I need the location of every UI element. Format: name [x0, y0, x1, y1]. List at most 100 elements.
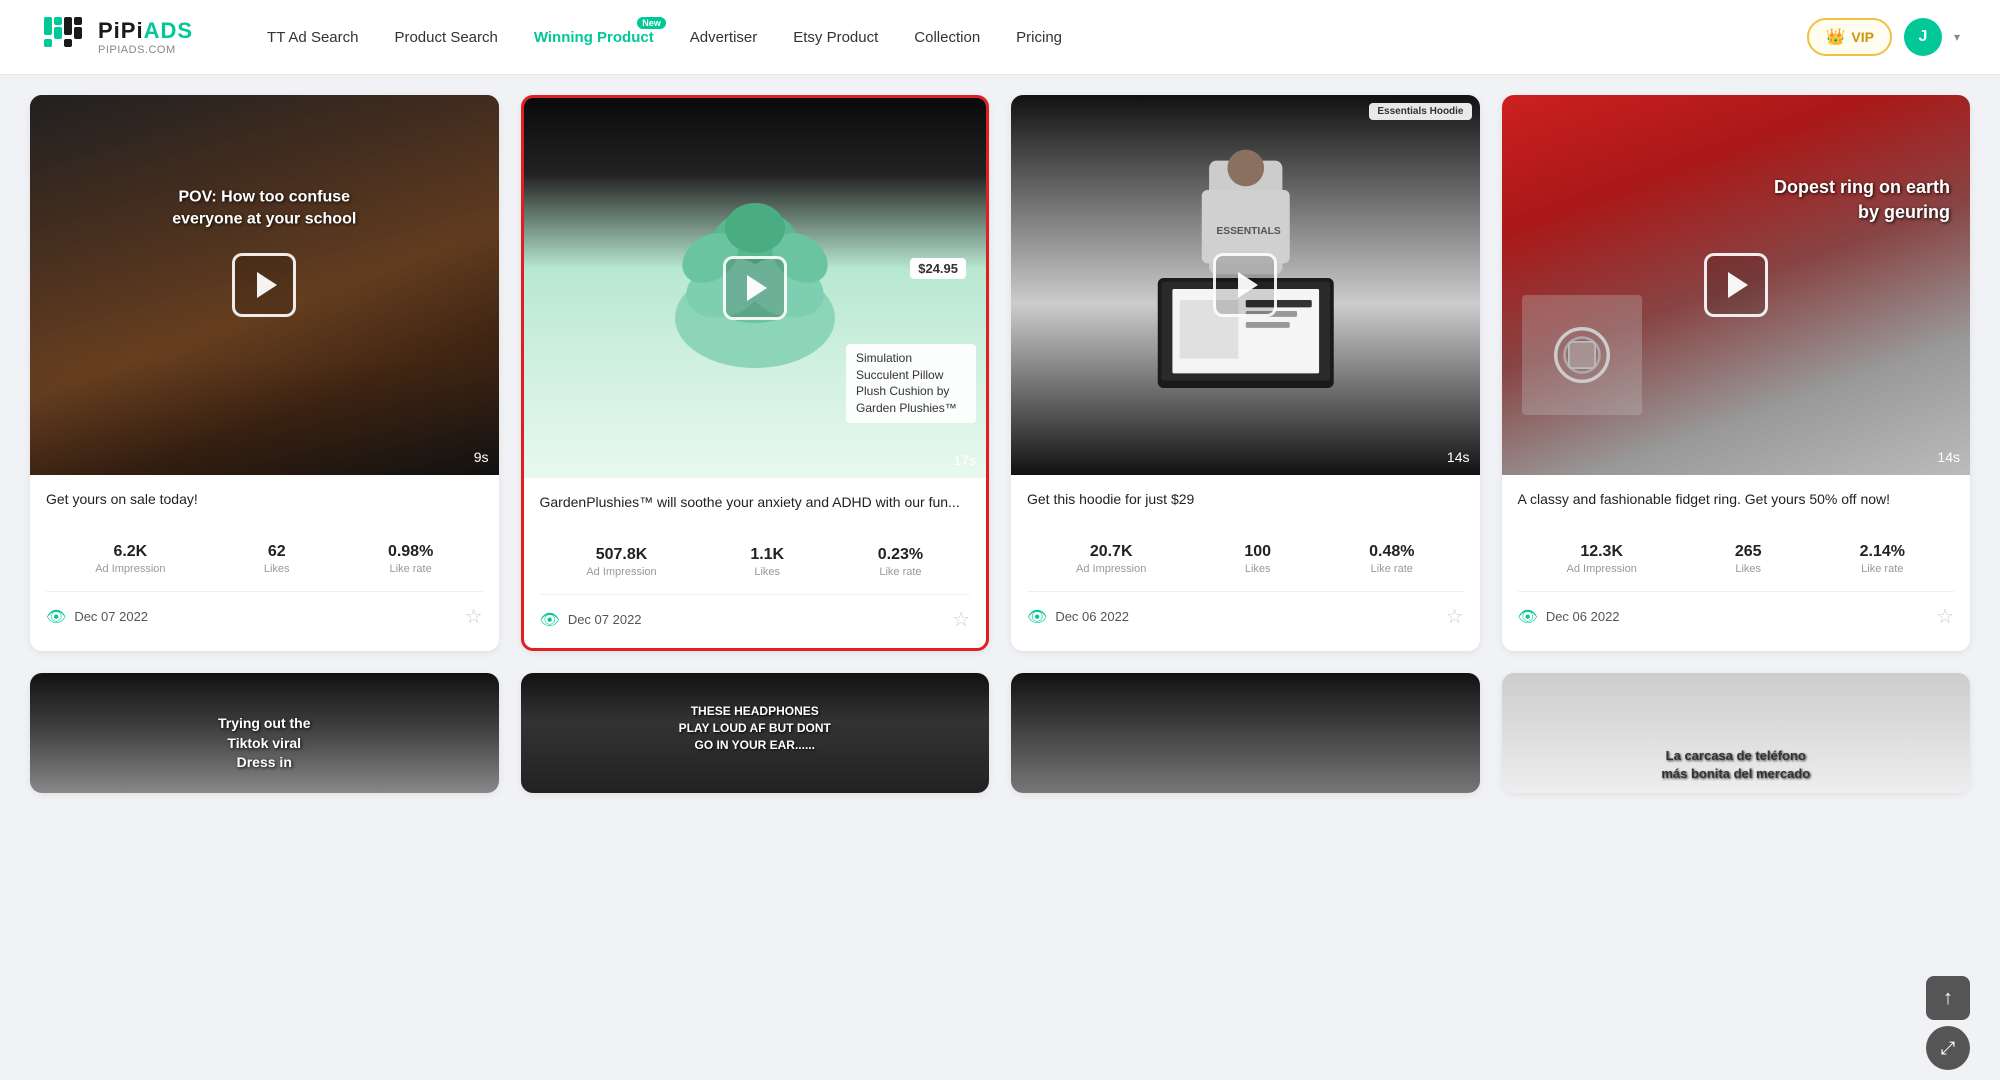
eye-icon-1: 👁	[46, 607, 66, 627]
dopest-caption: Dopest ring on earthby geuring	[1774, 175, 1950, 225]
price-tag-2: $24.95	[910, 258, 966, 279]
card-thumbnail-4[interactable]: Dopest ring on earthby geuring 14s	[1502, 95, 1971, 475]
expand-icon: ⤢	[1941, 1038, 1955, 1059]
card-title-3: Get this hoodie for just $29	[1027, 489, 1464, 531]
header: PiPiADS PIPIADS.COM TT Ad Search Product…	[0, 0, 2000, 75]
likes-value-4: 265	[1735, 543, 1762, 561]
card-footer-3: 👁 Dec 06 2022 ☆	[1027, 591, 1464, 629]
date-area-2: 👁 Dec 07 2022	[540, 610, 642, 630]
nav-etsy-product[interactable]: Etsy Product	[779, 21, 892, 54]
stats-row-1: 6.2K Ad Impression 62 Likes 0.98% Like r…	[46, 543, 483, 575]
play-button-3[interactable]	[1213, 253, 1277, 317]
nav-tt-ad-search[interactable]: TT Ad Search	[253, 21, 372, 54]
likes-value-2: 1.1K	[750, 546, 784, 564]
vip-label: VIP	[1851, 29, 1874, 45]
play-button-2[interactable]	[723, 256, 787, 320]
eye-icon-3: 👁	[1027, 607, 1047, 627]
play-triangle-icon-4	[1728, 272, 1748, 298]
expand-button[interactable]: ⤢	[1926, 1026, 1970, 1070]
card-title-4: A classy and fashionable fidget ring. Ge…	[1518, 489, 1955, 531]
card-thumbnail-b1[interactable]: Trying out theTiktok viralDress in	[30, 673, 499, 793]
like-rate-stat-2: 0.23% Like rate	[878, 546, 923, 578]
nav-winning-product[interactable]: Winning Product New	[520, 21, 668, 54]
crown-icon: 👑	[1825, 27, 1845, 47]
ad-impression-stat-4: 12.3K Ad Impression	[1567, 543, 1637, 575]
logo-subtitle: PIPIADS.COM	[98, 44, 193, 56]
card-thumbnail-b2[interactable]: THESE HEADPHONESPLAY LOUD AF BUT DONTGO …	[521, 673, 990, 793]
favorite-star-4[interactable]: ☆	[1936, 604, 1954, 629]
card-title-1: Get yours on sale today!	[46, 489, 483, 531]
date-area-4: 👁 Dec 06 2022	[1518, 607, 1620, 627]
card-body-2: GardenPlushies™ will soothe your anxiety…	[524, 478, 987, 648]
card-body-4: A classy and fashionable fidget ring. Ge…	[1502, 475, 1971, 645]
ad-card-4: Dopest ring on earthby geuring 14s A cla…	[1502, 95, 1971, 651]
date-area-1: 👁 Dec 07 2022	[46, 607, 148, 627]
card-thumbnail-2[interactable]: $24.95 Simulation Succulent Pillow Plush…	[524, 98, 987, 478]
duration-4: 14s	[1937, 449, 1960, 465]
play-button-1[interactable]	[232, 253, 296, 317]
card-footer-4: 👁 Dec 06 2022 ☆	[1518, 591, 1955, 629]
user-avatar[interactable]: J	[1904, 18, 1942, 56]
card-footer-1: 👁 Dec 07 2022 ☆	[46, 591, 483, 629]
date-2: Dec 07 2022	[568, 612, 642, 627]
like-rate-stat-4: 2.14% Like rate	[1860, 543, 1905, 575]
likes-value-3: 100	[1244, 543, 1271, 561]
card-footer-2: 👁 Dec 07 2022 ☆	[540, 594, 971, 632]
headphones-caption: THESE HEADPHONESPLAY LOUD AF BUT DONTGO …	[544, 703, 966, 753]
card-grid: POV: How too confuseeveryone at your sch…	[30, 95, 1970, 651]
eye-icon-4: 👁	[1518, 607, 1538, 627]
stats-row-3: 20.7K Ad Impression 100 Likes 0.48% Like…	[1027, 543, 1464, 575]
logo[interactable]: PiPiADS PIPIADS.COM	[40, 13, 193, 61]
tiktok-caption: Trying out theTiktok viralDress in	[218, 714, 311, 773]
caption-1: POV: How too confuseeveryone at your sch…	[172, 187, 356, 232]
nav-collection[interactable]: Collection	[900, 21, 994, 54]
stats-row-2: 507.8K Ad Impression 1.1K Likes 0.23% Li…	[540, 546, 971, 578]
ad-card-b1: Trying out theTiktok viralDress in	[30, 673, 499, 793]
likes-stat-4: 265 Likes	[1735, 543, 1762, 575]
play-button-4[interactable]	[1704, 253, 1768, 317]
eye-icon-2: 👁	[540, 610, 560, 630]
card-thumbnail-1[interactable]: POV: How too confuseeveryone at your sch…	[30, 95, 499, 475]
favorite-star-2[interactable]: ☆	[952, 607, 970, 632]
ad-card-b4: La carcasa de teléfonomás bonita del mer…	[1502, 673, 1971, 793]
phone-case-caption: La carcasa de teléfonomás bonita del mer…	[1525, 747, 1947, 783]
nav-product-search[interactable]: Product Search	[380, 21, 511, 54]
ad-card-b3	[1011, 673, 1480, 793]
ad-impression-value-3: 20.7K	[1076, 543, 1146, 561]
card-thumbnail-b4[interactable]: La carcasa de teléfonomás bonita del mer…	[1502, 673, 1971, 793]
duration-1: 9s	[474, 449, 489, 465]
likes-stat-2: 1.1K Likes	[750, 546, 784, 578]
favorite-star-3[interactable]: ☆	[1446, 604, 1464, 629]
likes-label: Likes	[264, 563, 290, 575]
nav-advertiser[interactable]: Advertiser	[676, 21, 772, 54]
logo-icon	[40, 13, 88, 61]
ad-impression-stat-1: 6.2K Ad Impression	[95, 543, 165, 575]
arrow-up-icon: ↑	[1943, 987, 1953, 1010]
card-body-1: Get yours on sale today! 6.2K Ad Impress…	[30, 475, 499, 645]
vip-button[interactable]: 👑 VIP	[1807, 18, 1892, 56]
stats-row-4: 12.3K Ad Impression 265 Likes 2.14% Like…	[1518, 543, 1955, 575]
like-rate-value-2: 0.23%	[878, 546, 923, 564]
scroll-top-button[interactable]: ↑	[1926, 976, 1970, 1020]
like-rate-value-4: 2.14%	[1860, 543, 1905, 561]
date-3: Dec 06 2022	[1055, 609, 1129, 624]
ad-impression-stat-2: 507.8K Ad Impression	[586, 546, 656, 578]
logo-name: PiPiADS	[98, 18, 193, 44]
card-thumbnail-b3[interactable]	[1011, 673, 1480, 793]
nav-pricing[interactable]: Pricing	[1002, 21, 1076, 54]
ad-impression-value-4: 12.3K	[1567, 543, 1637, 561]
ad-impression-value-1: 6.2K	[95, 543, 165, 561]
like-rate-value-3: 0.48%	[1369, 543, 1414, 561]
date-area-3: 👁 Dec 06 2022	[1027, 607, 1129, 627]
likes-stat-3: 100 Likes	[1244, 543, 1271, 575]
likes-value-1: 62	[264, 543, 290, 561]
card-thumbnail-3[interactable]: ESSENTIALS Essentials Hoodie 14s	[1011, 95, 1480, 475]
ad-impression-label: Ad Impression	[95, 563, 165, 575]
product-label-2: Simulation Succulent Pillow Plush Cushio…	[846, 344, 976, 423]
favorite-star-1[interactable]: ☆	[465, 604, 483, 629]
ad-card-3: ESSENTIALS Essentials Hoodie 14s Get thi…	[1011, 95, 1480, 651]
duration-2: 17s	[953, 452, 976, 468]
chevron-down-icon[interactable]: ▾	[1954, 30, 1960, 44]
ad-card-2: $24.95 Simulation Succulent Pillow Plush…	[521, 95, 990, 651]
new-badge: New	[637, 17, 666, 29]
